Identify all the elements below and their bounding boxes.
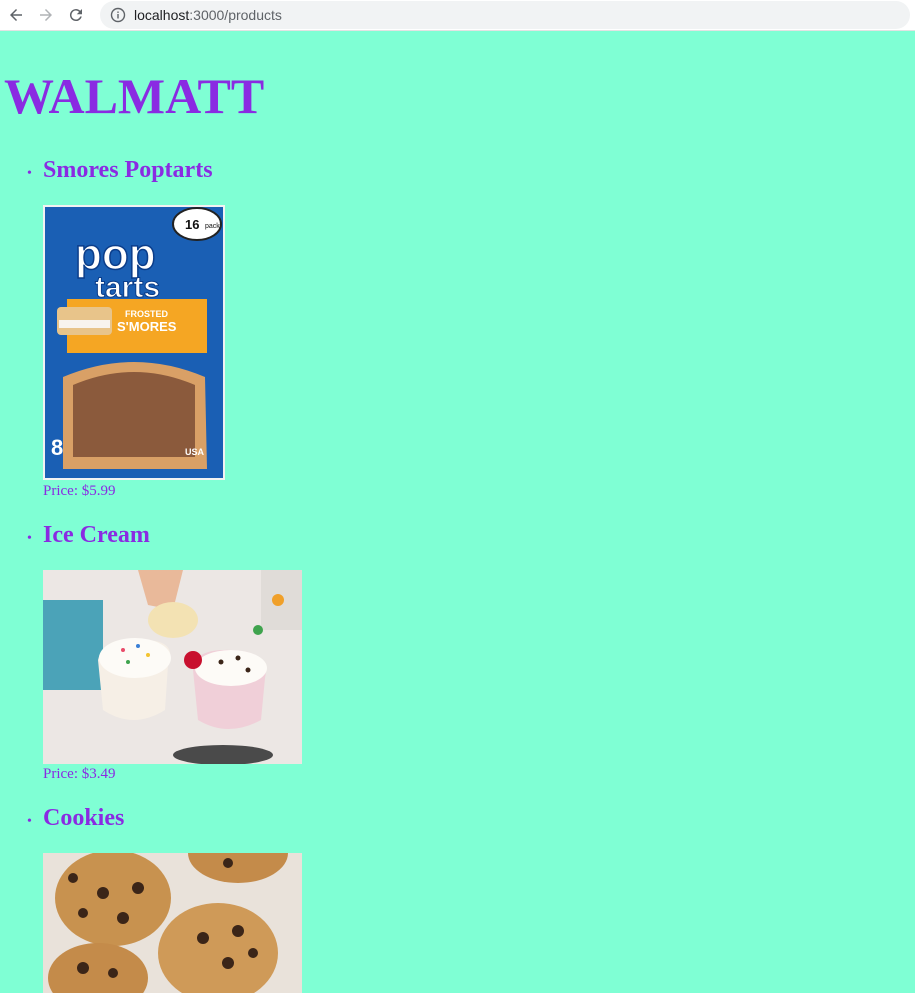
address-bar[interactable]: localhost:3000/products — [100, 1, 910, 29]
browser-toolbar: localhost:3000/products — [0, 0, 915, 31]
back-button[interactable] — [2, 1, 30, 29]
product-image: 16 pack pop tarts FROSTED S'MORES 8 USA — [43, 205, 225, 480]
product-name: Smores Poptarts — [43, 157, 213, 183]
svg-text:pack: pack — [205, 223, 220, 230]
cookies-image — [43, 853, 302, 993]
arrow-left-icon — [10, 9, 22, 21]
forward-button[interactable] — [32, 1, 60, 29]
product-price: Price: $3.49 — [43, 766, 116, 782]
bullet-icon: • — [27, 531, 32, 546]
url-host: localhost — [134, 7, 190, 23]
reload-button[interactable] — [62, 1, 90, 29]
svg-text:FROSTED: FROSTED — [125, 309, 169, 319]
bullet-icon: • — [27, 814, 32, 829]
product-image — [43, 570, 302, 764]
product-name: Cookies — [43, 805, 125, 831]
product-image — [43, 853, 302, 993]
reload-icon — [69, 9, 82, 22]
info-icon — [110, 7, 126, 23]
arrow-right-icon — [40, 9, 52, 21]
page-title: WALMATT — [4, 68, 265, 124]
svg-text:USA: USA — [185, 447, 205, 457]
product-name: Ice Cream — [43, 522, 150, 548]
svg-text:8: 8 — [51, 435, 63, 460]
poptarts-box-image: 16 pack pop tarts FROSTED S'MORES 8 USA — [45, 207, 223, 478]
svg-text:16: 16 — [185, 217, 199, 232]
product-price: Price: $5.99 — [43, 483, 116, 499]
bullet-icon: • — [27, 166, 32, 181]
url-path: :3000/products — [189, 7, 282, 23]
svg-text:S'MORES: S'MORES — [117, 319, 177, 334]
ice-cream-image — [43, 570, 302, 764]
